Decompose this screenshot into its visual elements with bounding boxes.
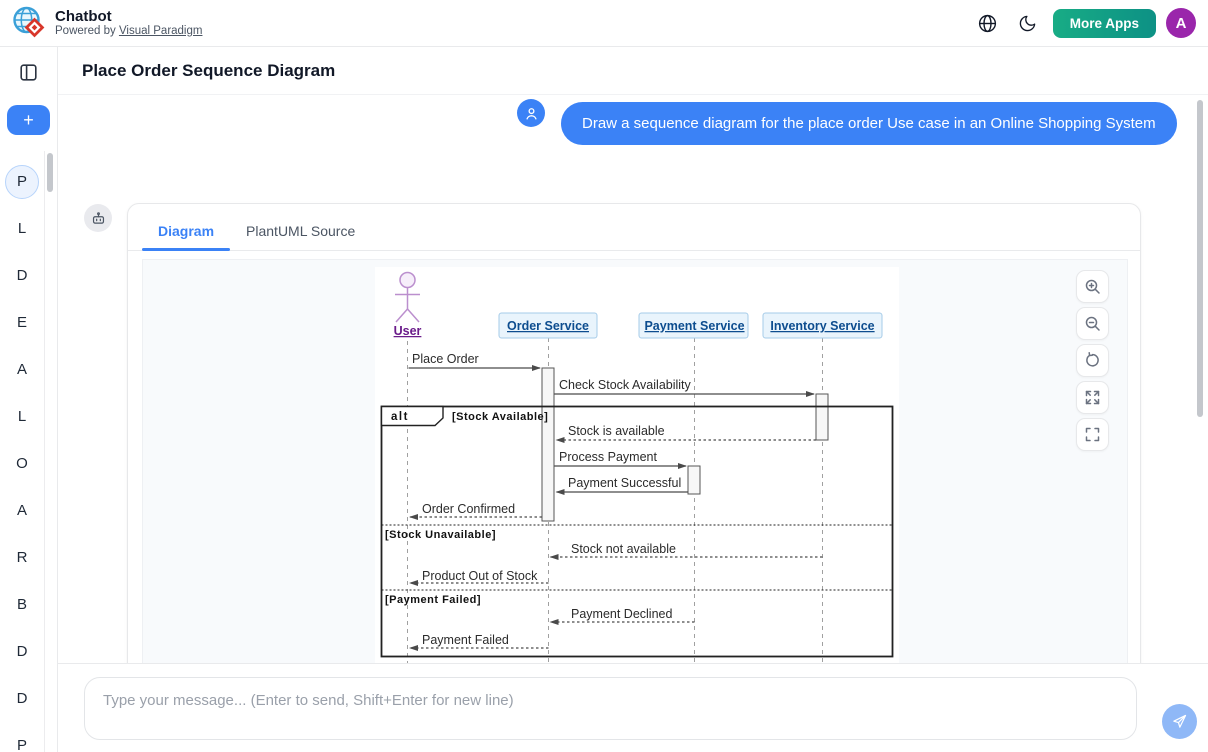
reset-icon bbox=[1084, 352, 1101, 369]
visual-paradigm-link[interactable]: Visual Paradigm bbox=[119, 25, 203, 37]
label-place-order: Place Order bbox=[412, 352, 479, 366]
frame-operator: alt bbox=[391, 411, 409, 423]
sidebar-chat-item-6[interactable]: O bbox=[0, 440, 44, 487]
chat-item-label: O bbox=[16, 455, 28, 472]
chat-item-label: R bbox=[17, 549, 28, 566]
moon-icon bbox=[1018, 14, 1037, 33]
zoom-in-icon bbox=[1084, 278, 1101, 295]
page-title: Place Order Sequence Diagram bbox=[82, 61, 335, 81]
zoom-out-button[interactable] bbox=[1076, 307, 1109, 340]
expand-arrows-icon bbox=[1085, 390, 1100, 405]
chat-item-label: P bbox=[17, 173, 27, 190]
sidebar-chat-item-2[interactable]: D bbox=[0, 252, 44, 299]
tab-diagram[interactable]: Diagram bbox=[142, 213, 230, 250]
label-payment-declined: Payment Declined bbox=[571, 607, 672, 621]
guard-stock-available: [Stock Available] bbox=[452, 411, 548, 423]
bot-message-avatar bbox=[84, 204, 112, 232]
chat-history-list: P L D E A L O A R B D D P bbox=[0, 158, 44, 752]
sidebar-chat-item-8[interactable]: R bbox=[0, 534, 44, 581]
participant-inventory-service: Inventory Service bbox=[770, 319, 874, 333]
more-apps-button[interactable]: More Apps bbox=[1053, 9, 1156, 38]
chat-item-label: D bbox=[17, 643, 28, 660]
zoom-in-button[interactable] bbox=[1076, 270, 1109, 303]
chat-item-label: L bbox=[18, 220, 26, 237]
chat-item-label: D bbox=[17, 690, 28, 707]
participant-order-service: Order Service bbox=[507, 319, 589, 333]
label-payment-successful: Payment Successful bbox=[568, 476, 681, 490]
label-stock-not-available: Stock not available bbox=[571, 542, 676, 556]
response-tabs: Diagram PlantUML Source bbox=[128, 204, 1140, 251]
message-composer bbox=[58, 663, 1208, 752]
label-stock-available: Stock is available bbox=[568, 424, 665, 438]
chat-item-label: A bbox=[17, 502, 27, 519]
actor-user-label: User bbox=[394, 324, 422, 338]
page-title-bar: Place Order Sequence Diagram bbox=[58, 47, 1208, 95]
chat-item-label: A bbox=[17, 361, 27, 378]
participant-payment-service: Payment Service bbox=[644, 319, 744, 333]
sidebar-chat-item-3[interactable]: E bbox=[0, 299, 44, 346]
sidebar-chat-item-4[interactable]: A bbox=[0, 346, 44, 393]
chat-item-label: L bbox=[18, 408, 26, 425]
label-check-stock: Check Stock Availability bbox=[559, 378, 692, 392]
sidebar-chat-item-12[interactable]: P bbox=[0, 722, 44, 752]
app-title: Chatbot bbox=[55, 8, 202, 25]
powered-by-text: Powered by Visual Paradigm bbox=[55, 25, 202, 38]
visual-paradigm-logo-icon bbox=[12, 5, 48, 41]
fullscreen-brackets-icon bbox=[1085, 427, 1100, 442]
top-header: Chatbot Powered by Visual Paradigm More … bbox=[0, 0, 1208, 47]
person-icon bbox=[523, 105, 540, 122]
label-process-payment: Process Payment bbox=[559, 450, 657, 464]
sidebar-chat-item-10[interactable]: D bbox=[0, 628, 44, 675]
sidebar-chat-item-9[interactable]: B bbox=[0, 581, 44, 628]
chat-item-label: D bbox=[17, 267, 28, 284]
user-account-avatar[interactable]: A bbox=[1166, 8, 1196, 38]
user-message-bubble: Draw a sequence diagram for the place or… bbox=[561, 102, 1177, 145]
label-product-out-of-stock: Product Out of Stock bbox=[422, 569, 538, 583]
user-message-avatar bbox=[517, 99, 545, 127]
sidebar: + P L D E A L O A R B D D P bbox=[0, 47, 58, 752]
sidebar-chat-item-7[interactable]: A bbox=[0, 487, 44, 534]
guard-payment-failed: [Payment Failed] bbox=[385, 594, 481, 606]
new-chat-button[interactable]: + bbox=[7, 105, 50, 135]
sidebar-chat-item-0[interactable]: P bbox=[0, 158, 44, 205]
sidebar-scrollbar-thumb[interactable] bbox=[47, 153, 53, 192]
sidebar-toggle-button[interactable] bbox=[14, 58, 42, 86]
chat-scroll-area[interactable]: Draw a sequence diagram for the place or… bbox=[58, 95, 1192, 663]
diagram-zoom-controls bbox=[1076, 270, 1109, 451]
actor-user bbox=[395, 273, 420, 323]
send-button[interactable] bbox=[1162, 704, 1197, 739]
chat-item-label: B bbox=[17, 596, 27, 613]
reset-view-button[interactable] bbox=[1076, 344, 1109, 377]
bot-response-card: Diagram PlantUML Source bbox=[127, 203, 1141, 663]
zoom-out-icon bbox=[1084, 315, 1101, 332]
tab-plantuml-source[interactable]: PlantUML Source bbox=[230, 213, 371, 250]
sidebar-chat-item-11[interactable]: D bbox=[0, 675, 44, 722]
label-order-confirmed: Order Confirmed bbox=[422, 502, 515, 516]
sidebar-scrollbar-track bbox=[44, 151, 45, 752]
sidebar-chat-item-5[interactable]: L bbox=[0, 393, 44, 440]
powered-by-prefix: Powered by bbox=[55, 25, 119, 37]
chat-item-label: P bbox=[17, 737, 27, 752]
language-button[interactable] bbox=[973, 8, 1003, 38]
message-input[interactable] bbox=[84, 677, 1137, 740]
app-title-block: Chatbot Powered by Visual Paradigm bbox=[55, 8, 202, 38]
sequence-diagram: User Order Service Payment Service Inven… bbox=[375, 267, 899, 663]
dark-mode-button[interactable] bbox=[1013, 8, 1043, 38]
guard-stock-unavailable: [Stock Unavailable] bbox=[385, 529, 496, 541]
chat-item-label: E bbox=[17, 314, 27, 331]
send-plane-icon bbox=[1171, 713, 1188, 730]
chat-scrollbar-thumb[interactable] bbox=[1197, 100, 1203, 417]
sidebar-panel-icon bbox=[20, 64, 37, 81]
sequence-diagram-canvas: User Order Service Payment Service Inven… bbox=[375, 267, 899, 663]
label-payment-failed: Payment Failed bbox=[422, 633, 509, 647]
header-actions: More Apps A bbox=[973, 8, 1196, 38]
app-window: Chatbot Powered by Visual Paradigm More … bbox=[0, 0, 1208, 752]
robot-icon bbox=[90, 210, 107, 227]
globe-icon bbox=[977, 13, 998, 34]
fullscreen-button[interactable] bbox=[1076, 418, 1109, 451]
sidebar-chat-item-1[interactable]: L bbox=[0, 205, 44, 252]
expand-button[interactable] bbox=[1076, 381, 1109, 414]
diagram-viewport[interactable]: User Order Service Payment Service Inven… bbox=[142, 259, 1128, 663]
